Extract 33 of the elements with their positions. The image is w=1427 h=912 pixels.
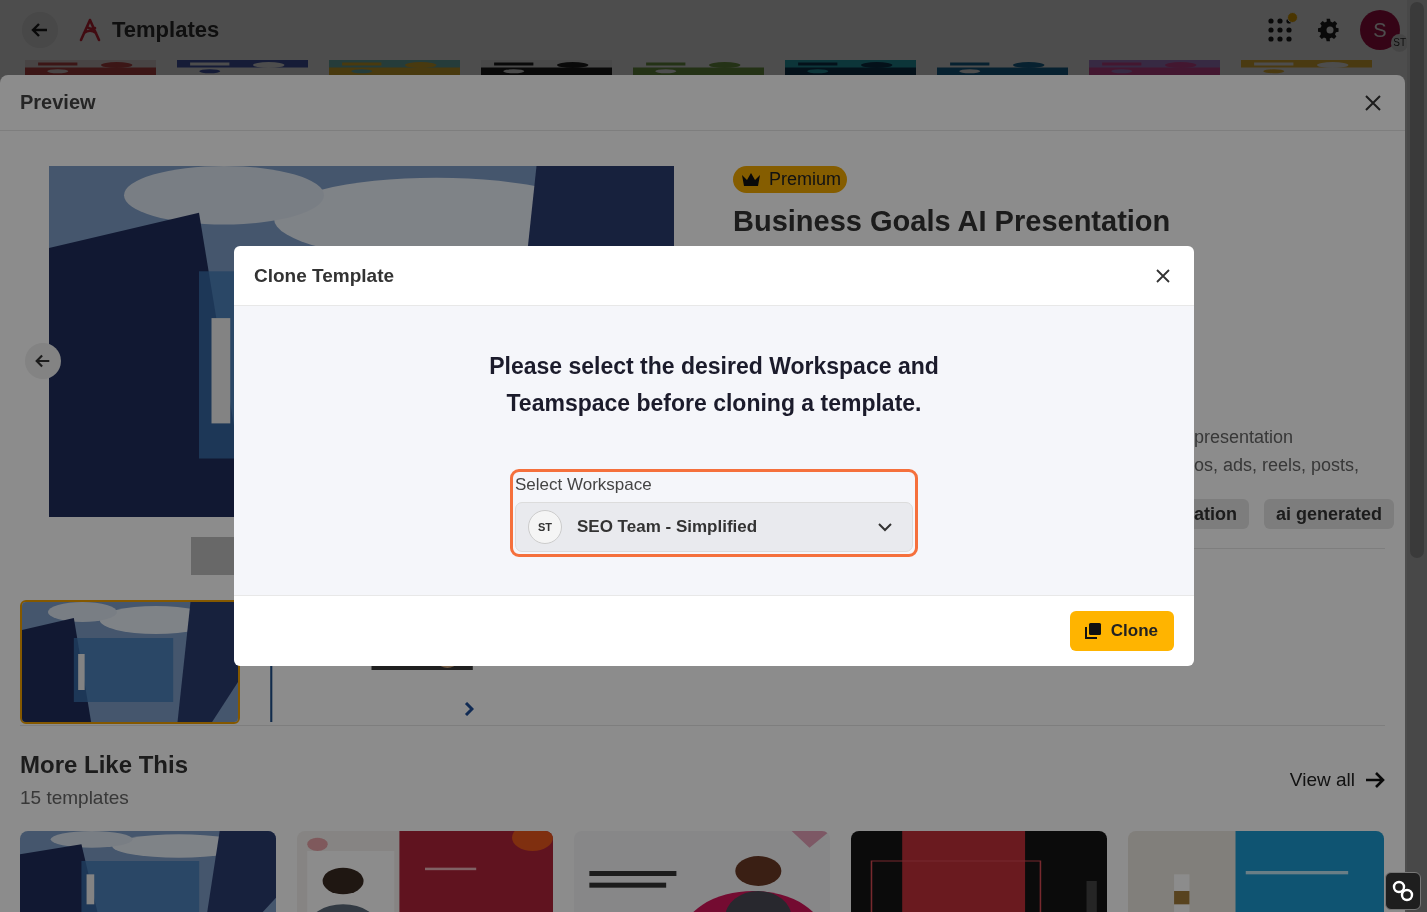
tool-button[interactable] (1385, 872, 1421, 910)
clone-button[interactable]: Clone (1069, 611, 1174, 651)
back-button[interactable] (22, 12, 58, 48)
field-label: Select Workspace (515, 475, 653, 495)
scrollbar[interactable] (1407, 0, 1427, 912)
apps-button[interactable] (1268, 18, 1292, 42)
close-icon[interactable] (1156, 268, 1170, 283)
previous-button[interactable] (25, 343, 61, 379)
workspace-initials: ST (528, 510, 562, 544)
arrow-right-icon (1365, 771, 1385, 789)
page-title: Templates (112, 17, 220, 43)
description-text: presentation (1194, 426, 1295, 449)
chevron-right-icon[interactable] (464, 702, 474, 716)
workspace-select[interactable]: ST SEO Team - Simplified (515, 502, 913, 552)
premium-badge: Premium (733, 166, 847, 193)
crown-icon (741, 171, 761, 188)
view-all-link[interactable]: View all (1289, 769, 1385, 791)
panel-title: Preview (20, 91, 96, 114)
template-title: Business Goals AI Presentation (733, 204, 1172, 239)
grid-icon (1268, 18, 1292, 42)
back-arrow-icon (34, 352, 52, 370)
settings-icon[interactable] (1318, 18, 1342, 42)
logo-icon (78, 18, 102, 42)
tag-chip[interactable]: ai generated (1264, 499, 1395, 529)
dialog-title: Clone Template (254, 264, 395, 287)
copy-icon (1083, 622, 1102, 640)
dialog-message: Please select the desired Workspace and Teamspace before cloning a template. (488, 352, 940, 418)
link-icon (1392, 880, 1414, 902)
close-icon[interactable] (1365, 94, 1381, 111)
description-text: os, ads, reels, posts, (1194, 454, 1361, 477)
chevron-down-icon (878, 522, 892, 532)
template-count: 15 templates (20, 787, 130, 809)
section-title: More Like This (20, 751, 189, 779)
